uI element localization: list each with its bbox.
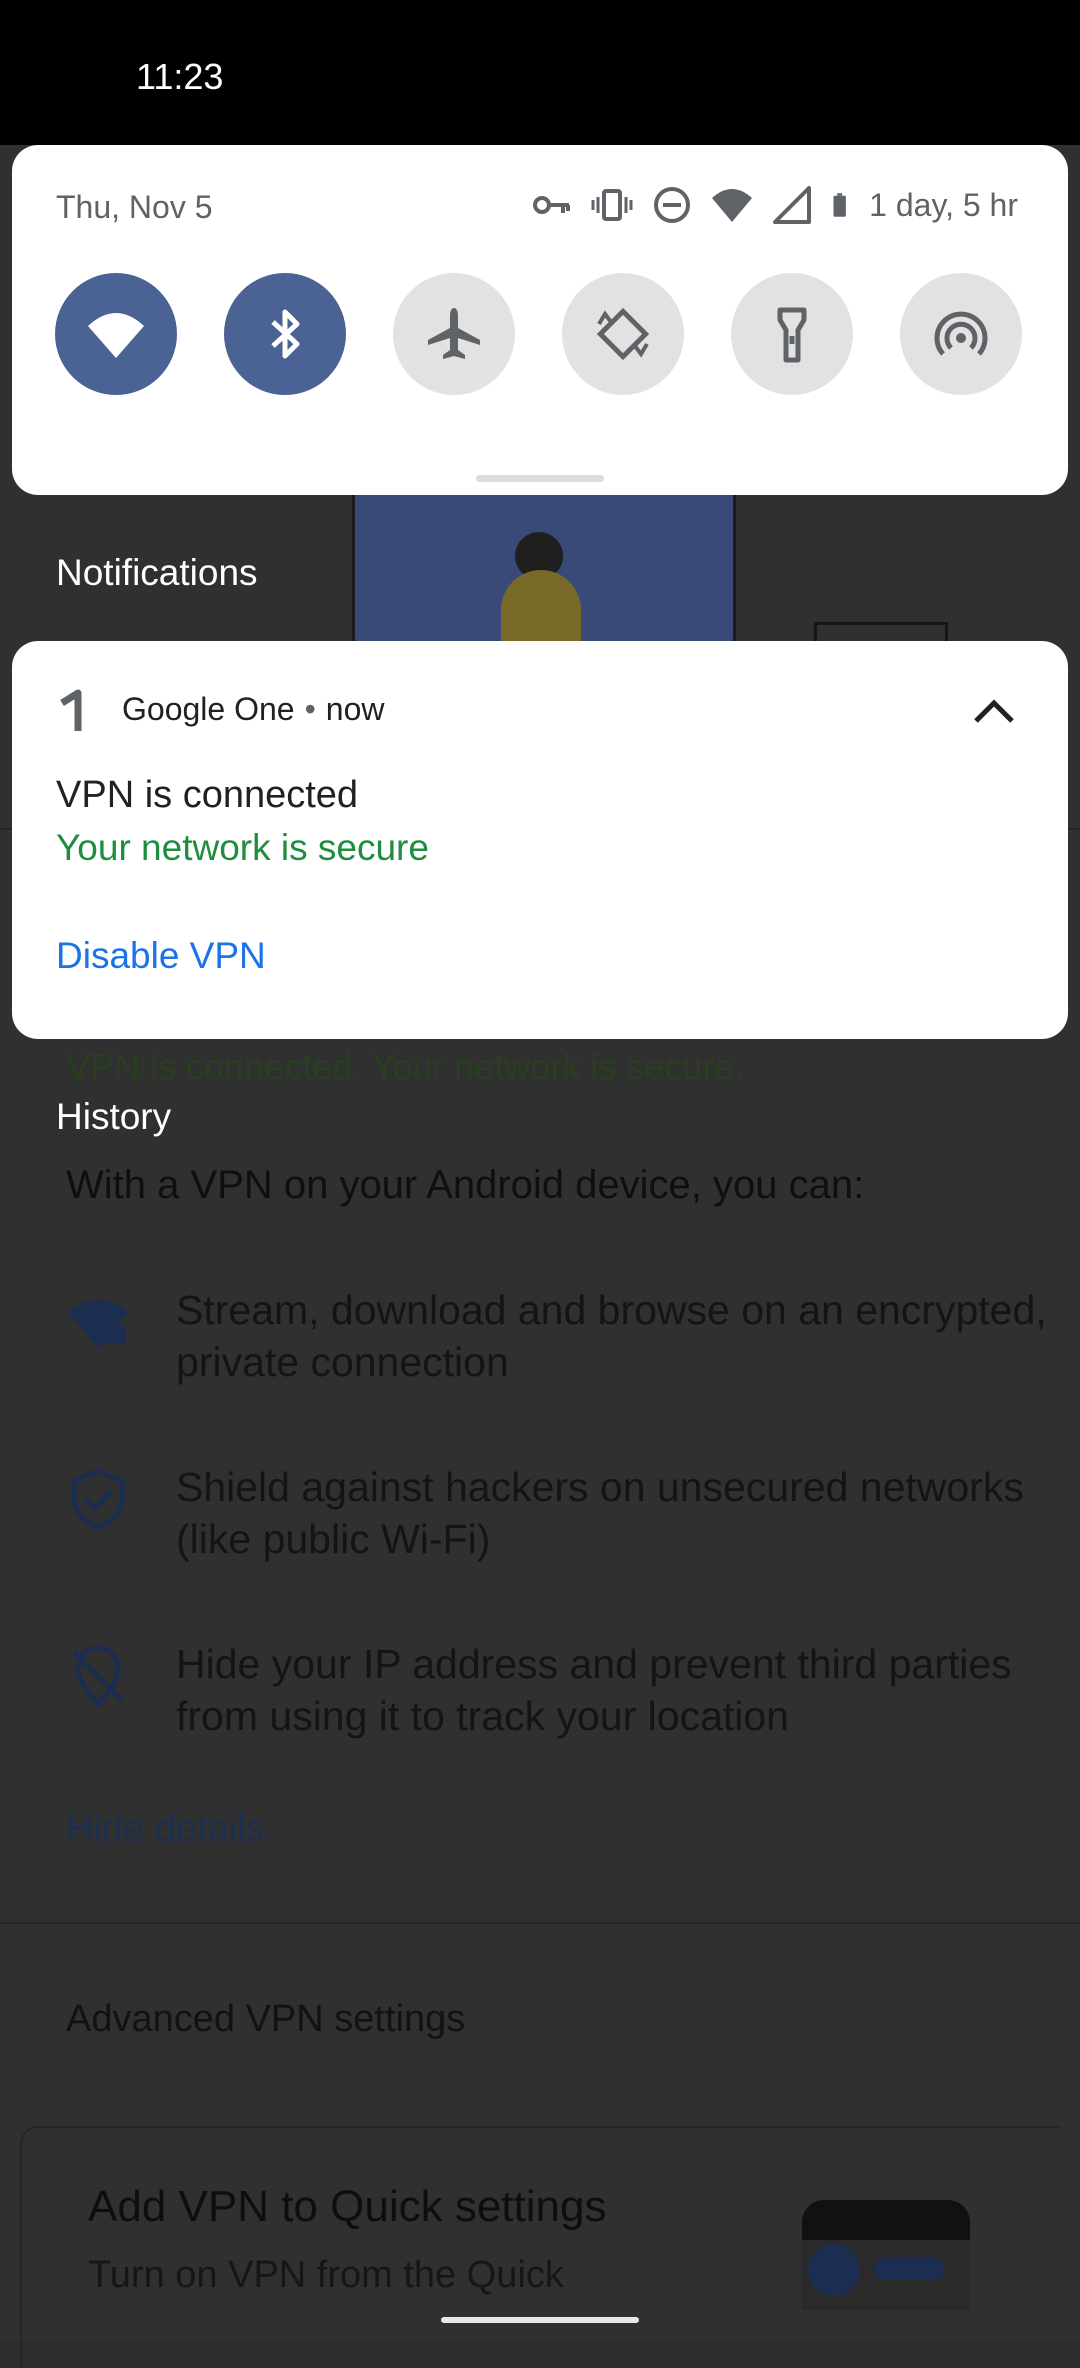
do-not-disturb-icon [654, 187, 691, 223]
background-feature-text: Hide your IP address and prevent third p… [176, 1641, 1012, 1739]
vpn-key-icon [533, 196, 571, 214]
shield-check-icon [71, 1468, 125, 1530]
promo-card-subtitle: Turn on VPN from the Quick [88, 2254, 564, 2296]
status-bar-clock: 11:23 [136, 56, 224, 97]
rotate-icon [596, 307, 650, 361]
tile-airplane-mode[interactable] [393, 273, 515, 395]
tile-bluetooth[interactable] [224, 273, 346, 395]
vibrate-icon [591, 189, 633, 221]
tile-flashlight[interactable] [731, 273, 853, 395]
location-off-icon [72, 1645, 124, 1708]
battery-icon [833, 193, 847, 217]
advanced-vpn-settings: Advanced VPN settings [66, 1998, 466, 2040]
quick-settings-panel[interactable]: Thu, Nov 5 1 day, 5 hr [12, 145, 1068, 495]
notification-header: Google One • now [122, 691, 384, 728]
wifi-lock-icon [68, 1300, 128, 1348]
notification-text: Your network is secure [56, 827, 429, 868]
tile-wifi[interactable] [55, 273, 177, 395]
disable-vpn-button[interactable]: Disable VPN [56, 935, 266, 977]
promo-card-title: Add VPN to Quick settings [88, 2182, 607, 2231]
hide-details-link: Hide details [66, 1808, 265, 1850]
notification-separator: • [304, 691, 316, 727]
airplane-icon [428, 308, 480, 359]
history-section-header: History [56, 1096, 172, 1137]
collapse-notification-icon[interactable] [968, 685, 1020, 737]
notification-time: now [325, 691, 385, 727]
google-one-vpn-notification[interactable]: Google One • now VPN is connected Your net… [12, 641, 1068, 1039]
background-feature-text: Stream, download and browse on an encryp… [176, 1287, 1047, 1385]
tile-hotspot[interactable] [900, 273, 1022, 395]
background-vpn-status: VPN is connected. Your network is secure… [66, 1046, 745, 1087]
flashlight-icon [777, 307, 807, 363]
notification-title: VPN is connected [56, 774, 359, 816]
promo-phone-illustration [802, 2200, 970, 2310]
background-intro-text: With a VPN on your Android device, you c… [66, 1163, 865, 1207]
vpn-illustration [352, 470, 736, 663]
tile-auto-rotate[interactable] [562, 273, 684, 395]
notification-app-name: Google One [122, 691, 295, 727]
background-divider [0, 1922, 1080, 1924]
cell-signal-icon [773, 186, 812, 224]
quick-settings-status-icons: 1 day, 5 hr [531, 183, 1018, 227]
wifi-signal-icon [712, 189, 753, 222]
background-feature-text: Shield against hackers on unsecured netw… [176, 1464, 1024, 1562]
quick-settings-drag-handle[interactable] [476, 475, 604, 482]
battery-remaining-text: 1 day, 5 hr [869, 186, 1018, 223]
status-bar: 11:23 [0, 0, 1080, 145]
google-one-app-icon [60, 689, 82, 731]
wifi-icon [88, 313, 144, 358]
quick-settings-date[interactable]: Thu, Nov 5 [56, 189, 213, 226]
promo-phone-dots [874, 2258, 944, 2280]
gesture-navigation-handle[interactable] [441, 2317, 639, 2323]
hotspot-icon [934, 311, 988, 356]
bluetooth-icon [271, 309, 300, 359]
promo-phone-vpn-circle [808, 2244, 860, 2296]
notifications-section-header: Notifications [56, 552, 258, 593]
